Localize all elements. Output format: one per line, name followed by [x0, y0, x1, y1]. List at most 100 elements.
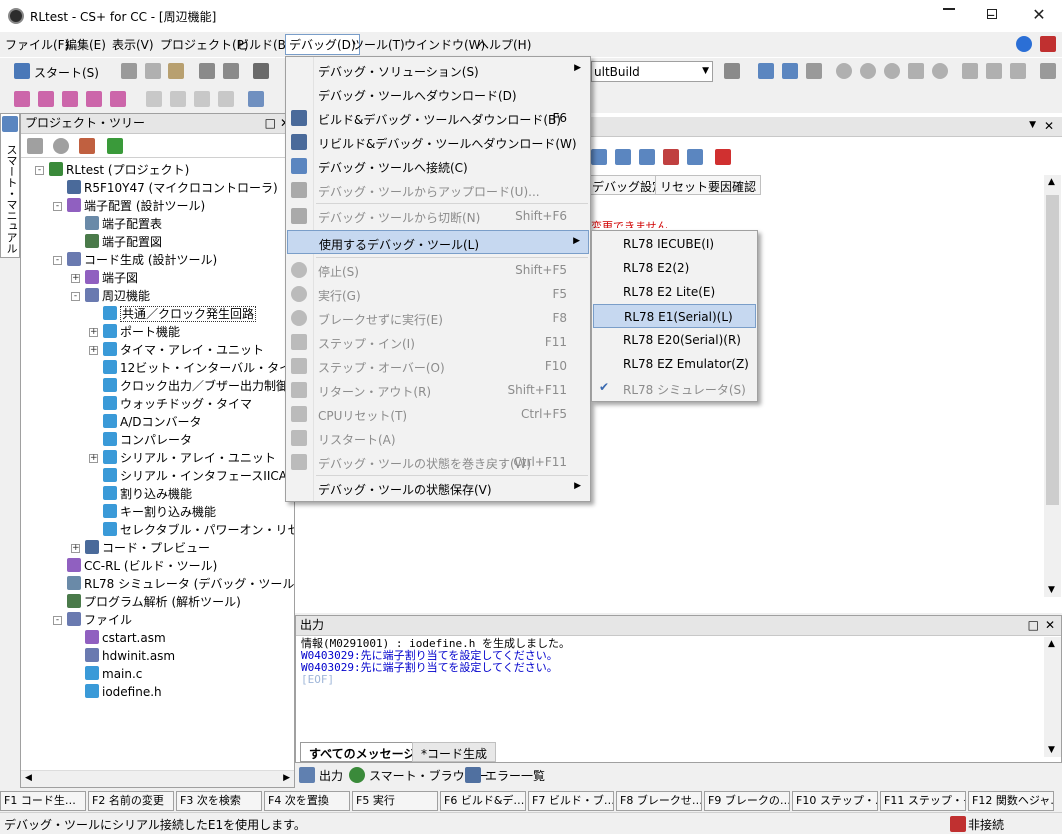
- fkey-button[interactable]: F6 ビルド&デ…: [440, 791, 526, 811]
- build-mode-select[interactable]: ultBuild ▼: [591, 61, 713, 82]
- run-no-break-icon[interactable]: [884, 63, 900, 79]
- debug-menu-item[interactable]: ステップ・イン(I) F11: [287, 330, 589, 354]
- debug-tool-option[interactable]: RL78 E2 Lite(E): [593, 280, 756, 304]
- debug-menu-item[interactable]: デバッグ・ツールへ接続(C): [287, 154, 589, 178]
- collapse-icon[interactable]: -: [53, 256, 62, 265]
- collapse-icon[interactable]: -: [71, 292, 80, 301]
- fkey-button[interactable]: F7 ビルド・ブ…: [528, 791, 614, 811]
- output-pin-icon[interactable]: □: [1028, 616, 1039, 635]
- close-button[interactable]: ✕: [1016, 0, 1062, 30]
- menu-view[interactable]: 表示(V): [112, 36, 154, 53]
- start-button[interactable]: スタート(S): [34, 64, 99, 81]
- scroll-right-icon[interactable]: ▶: [283, 773, 290, 783]
- tree-node[interactable]: ファイル: [67, 612, 132, 628]
- help-icon[interactable]: [1016, 36, 1032, 52]
- comment-icon[interactable]: [170, 91, 186, 107]
- tree-node[interactable]: クロック出力／ブザー出力制御回路: [103, 378, 294, 394]
- bookmark-prev-icon[interactable]: [62, 91, 78, 107]
- tree-node[interactable]: ポート機能: [103, 324, 180, 340]
- undo-debug-icon[interactable]: [806, 63, 822, 79]
- menu-build[interactable]: ビルド(B): [237, 36, 291, 53]
- fkey-button[interactable]: F9 ブレークの…: [704, 791, 790, 811]
- tab-reset-cause[interactable]: リセット要因確認: [655, 175, 762, 195]
- output-vscrollbar[interactable]: ▲ ▼: [1044, 637, 1061, 757]
- debug-tool-option[interactable]: RL78 E2(2): [593, 256, 756, 280]
- fkey-button[interactable]: F1 コード生…: [0, 791, 86, 811]
- cg-icon-3[interactable]: [639, 149, 655, 165]
- tree-node[interactable]: 割り込み機能: [103, 486, 192, 502]
- tree-node[interactable]: main.c: [85, 666, 142, 682]
- out-scroll-up-icon[interactable]: ▲: [1048, 639, 1055, 649]
- fkey-button[interactable]: F3 次を検索: [176, 791, 262, 811]
- scroll-up-icon[interactable]: ▲: [1048, 177, 1055, 187]
- tree-node[interactable]: RLtest (プロジェクト): [49, 162, 189, 178]
- copy-icon[interactable]: [145, 63, 161, 79]
- stop-icon[interactable]: [836, 63, 852, 79]
- bookmark-clear-icon[interactable]: [86, 91, 102, 107]
- tree-node[interactable]: hdwinit.asm: [85, 648, 175, 664]
- download-icon[interactable]: [758, 63, 774, 79]
- property-icon[interactable]: [53, 138, 69, 154]
- expand-icon[interactable]: +: [71, 544, 80, 553]
- tree-node[interactable]: 端子配置 (設計ツール): [67, 198, 205, 214]
- tree-node[interactable]: A/Dコンバータ: [103, 414, 202, 430]
- upload-icon[interactable]: [782, 63, 798, 79]
- debug-menu-item[interactable]: デバッグ・ツールからアップロード(U)...: [287, 178, 589, 202]
- tab-code-gen[interactable]: *コード生成: [412, 742, 497, 762]
- tree-node[interactable]: タイマ・アレイ・ユニット: [103, 342, 264, 358]
- tree-node[interactable]: キー割り込み機能: [103, 504, 216, 520]
- user-icon[interactable]: [79, 138, 95, 154]
- cg-icon-5[interactable]: [687, 149, 703, 165]
- indent-icon[interactable]: [218, 91, 234, 107]
- collapse-icon[interactable]: -: [53, 616, 62, 625]
- collapse-icon[interactable]: -: [53, 202, 62, 211]
- tree-node[interactable]: 端子図: [85, 270, 138, 286]
- scroll-down-icon[interactable]: ▼: [1048, 585, 1055, 595]
- tree-node[interactable]: CC-RL (ビルド・ツール): [67, 558, 217, 574]
- editor-vscrollbar[interactable]: ▲ ▼: [1044, 175, 1061, 597]
- expand-icon[interactable]: +: [89, 328, 98, 337]
- uncomment-icon[interactable]: [194, 91, 210, 107]
- menu-project[interactable]: プロジェクト(P): [160, 36, 249, 53]
- tree-node[interactable]: 周辺機能: [85, 288, 150, 304]
- tree-node[interactable]: ウォッチドッグ・タイマ: [103, 396, 252, 412]
- fkey-button[interactable]: F11 ステップ・イン: [880, 791, 966, 811]
- step-over-icon[interactable]: [986, 63, 1002, 79]
- undo-icon[interactable]: [199, 63, 215, 79]
- tree-hscrollbar[interactable]: ◀ ▶: [21, 770, 294, 787]
- menu-tools[interactable]: ツール(T): [352, 36, 405, 53]
- tab-output[interactable]: 出力: [319, 767, 343, 784]
- refresh-icon[interactable]: [107, 138, 123, 154]
- fkey-button[interactable]: F4 次を置換: [264, 791, 350, 811]
- layout-icon[interactable]: [248, 91, 264, 107]
- return-out-icon[interactable]: [1010, 63, 1026, 79]
- fkey-button[interactable]: F5 実行: [352, 791, 438, 811]
- build-icon[interactable]: [724, 63, 740, 79]
- tree-node[interactable]: RL78 シミュレータ (デバッグ・ツール): [67, 576, 294, 592]
- debug-tool-option[interactable]: RL78 E20(Serial)(R): [593, 328, 756, 352]
- restart-icon[interactable]: [908, 63, 924, 79]
- tree-node[interactable]: シリアル・インタフェースIICA: [103, 468, 287, 484]
- power-off-icon[interactable]: [1040, 36, 1056, 52]
- tree-node[interactable]: コード・プレビュー: [85, 540, 210, 556]
- cg-icon-1[interactable]: [591, 149, 607, 165]
- menu-debug[interactable]: デバッグ(D): [285, 34, 360, 55]
- output-text[interactable]: 情報(M0291001) : iodefine.h を生成しました。 W04030…: [296, 636, 1061, 736]
- menu-help[interactable]: ヘルプ(H): [477, 36, 531, 53]
- window-icon[interactable]: [146, 91, 162, 107]
- tree-node[interactable]: iodefine.h: [85, 684, 162, 700]
- tree-node[interactable]: コード生成 (設計ツール): [67, 252, 217, 268]
- cg-icon-6[interactable]: [715, 149, 731, 165]
- debug-menu-item[interactable]: リスタート(A): [287, 426, 589, 450]
- debug-menu-item[interactable]: 停止(S) Shift+F5: [287, 258, 589, 282]
- debug-menu-item[interactable]: デバッグ・ソリューション(S) ▶: [287, 58, 589, 82]
- scroll-left-icon[interactable]: ◀: [25, 773, 32, 783]
- expand-icon[interactable]: +: [71, 274, 80, 283]
- debug-menu-item[interactable]: リターン・アウト(R) Shift+F11: [287, 378, 589, 402]
- tree-node[interactable]: コンパレータ: [103, 432, 192, 448]
- tree-node[interactable]: 端子配置図: [85, 234, 162, 250]
- tab-error-list[interactable]: エラー一覧: [485, 767, 545, 784]
- debug-menu-item[interactable]: ステップ・オーバー(O) F10: [287, 354, 589, 378]
- tree-node[interactable]: 12ビット・インターバル・タイマ: [103, 360, 294, 376]
- debug-tool-option[interactable]: RL78 IECUBE(I): [593, 232, 756, 256]
